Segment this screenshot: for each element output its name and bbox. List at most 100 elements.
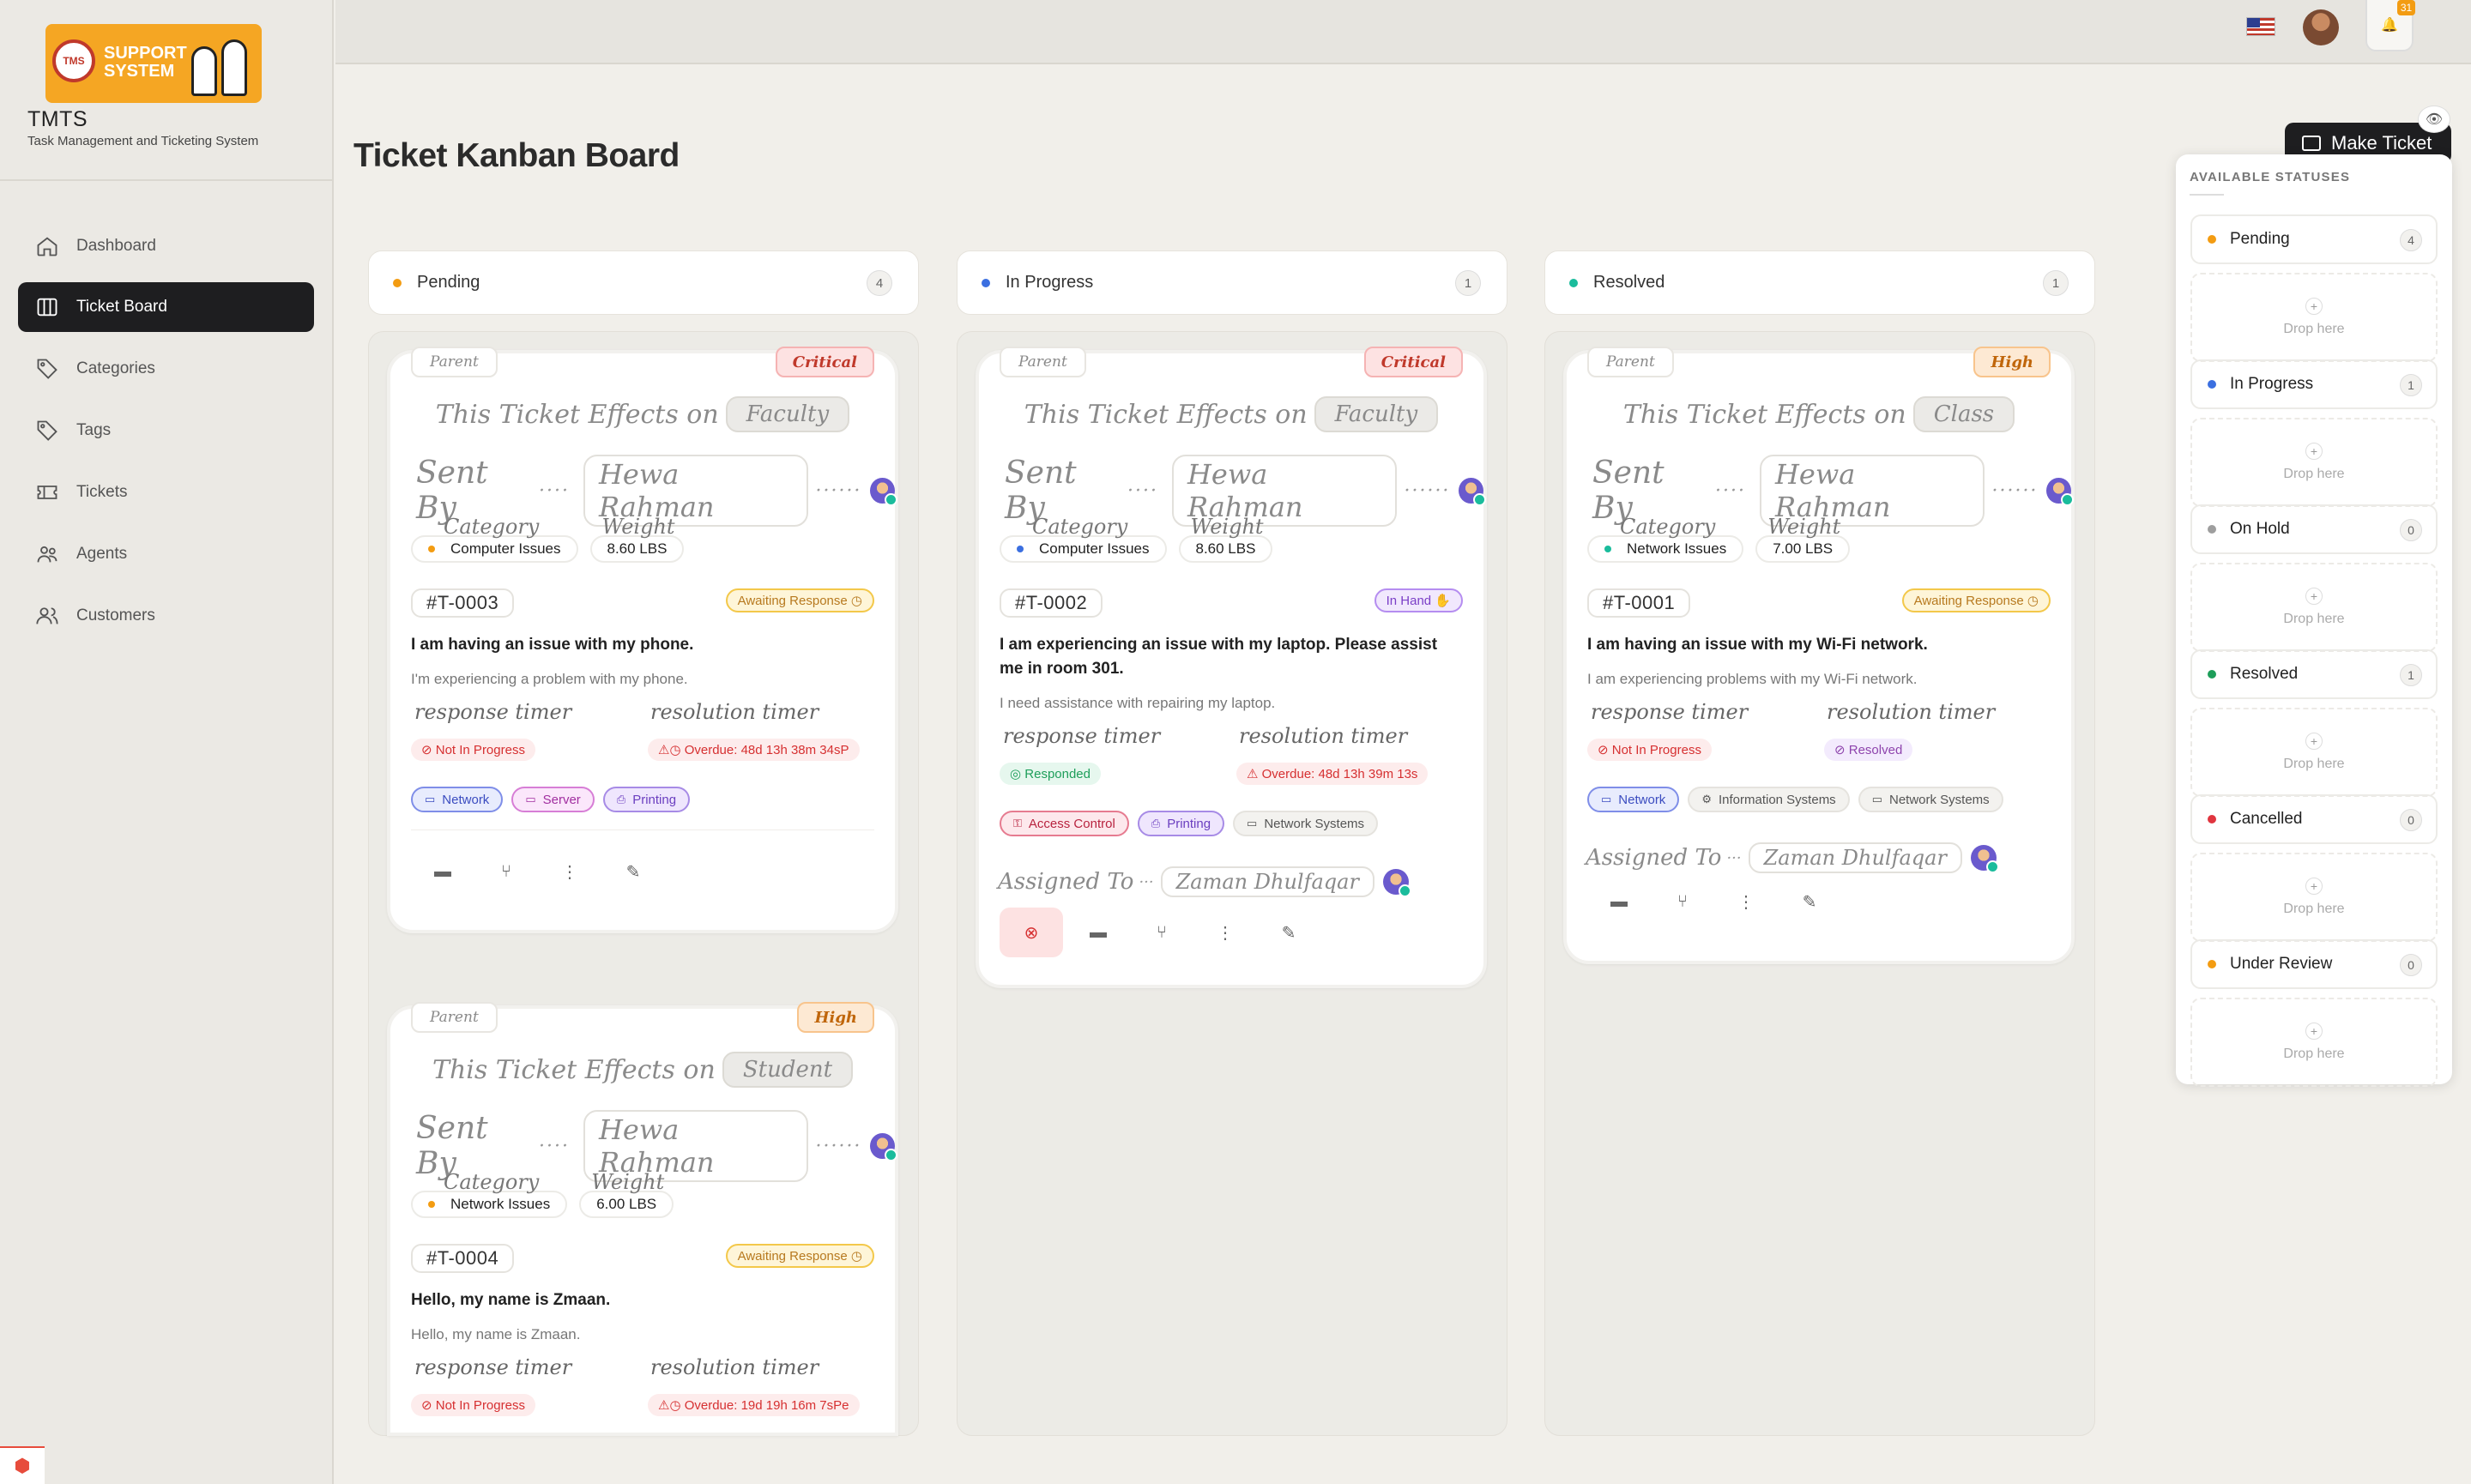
sender-avatar: [870, 1133, 897, 1161]
laravel-debug-icon[interactable]: ⬢: [0, 1446, 45, 1484]
weight-label: Weight: [601, 515, 675, 539]
column-count: 4: [867, 270, 892, 296]
users-icon: [37, 546, 57, 563]
branch-icon[interactable]: ⑂: [1130, 908, 1193, 957]
ticket-id[interactable]: #T-0001: [1587, 588, 1691, 618]
panel-title: AVAILABLE STATUSES: [2190, 170, 2351, 184]
drop-zone[interactable]: + Drop here: [2190, 418, 2438, 507]
plus-icon: +: [2305, 443, 2323, 460]
status-item-cancelled[interactable]: Cancelled 0: [2190, 794, 2438, 844]
category-pill: Network Issues: [1587, 535, 1744, 563]
drop-zone[interactable]: + Drop here: [2190, 708, 2438, 797]
parent-tag: Parent: [1587, 347, 1674, 377]
drop-zone[interactable]: + Drop here: [2190, 998, 2438, 1087]
column-header-in-progress: In Progress 1: [957, 250, 1507, 315]
resolution-timer-label: resolution timer: [650, 700, 819, 724]
ticket-title: I am having an issue with my Wi-Fi netwo…: [1587, 636, 1928, 654]
edit-icon[interactable]: ✎: [1257, 908, 1320, 957]
category-label: Category: [444, 515, 540, 539]
sidebar-item-tags[interactable]: Tags: [18, 406, 314, 455]
ticket-id[interactable]: #T-0002: [1000, 588, 1103, 618]
status-item-resolved[interactable]: Resolved 1: [2190, 649, 2438, 699]
tag-icon: [37, 420, 57, 441]
status-item-under-review[interactable]: Under Review 0: [2190, 939, 2438, 989]
plus-icon: +: [2305, 588, 2323, 605]
ticket-card[interactable]: Parent Critical This Ticket Effects on Fa…: [387, 347, 898, 933]
user-avatar[interactable]: [2303, 9, 2339, 45]
page-title: Ticket Kanban Board: [353, 137, 680, 174]
logo-text: SUPPORT SYSTEM: [104, 44, 187, 81]
effects-target: Class: [1912, 396, 2015, 432]
more-icon[interactable]: ⋮: [1193, 908, 1257, 957]
status-item-on-hold[interactable]: On Hold 0: [2190, 504, 2438, 554]
ticket-card[interactable]: Parent High This Ticket Effects on Studen…: [387, 1002, 898, 1436]
tag-chip[interactable]: ⎙ Printing: [602, 787, 691, 812]
category-pill: Computer Issues: [411, 535, 578, 563]
status-badge: Awaiting Response ◷: [725, 1244, 874, 1268]
tag-chip[interactable]: ▭ Network: [411, 787, 504, 812]
priority-badge: High: [1973, 347, 2051, 377]
sidebar-item-ticket-board[interactable]: Ticket Board: [18, 282, 314, 332]
weight-label: Weight: [1767, 515, 1841, 539]
folder-icon[interactable]: ▬: [1066, 908, 1130, 957]
home-icon: [37, 237, 57, 256]
status-badge: Awaiting Response ◷: [1901, 588, 2051, 612]
more-icon[interactable]: ⋮: [538, 847, 601, 896]
branch-icon[interactable]: ⑂: [1651, 877, 1714, 926]
tag-chip[interactable]: ⚿ Access Control: [1000, 811, 1129, 836]
priority-badge: Critical: [775, 347, 874, 377]
drop-zone[interactable]: + Drop here: [2190, 273, 2438, 362]
columns-icon: [37, 298, 57, 317]
ticket-id[interactable]: #T-0003: [411, 588, 515, 618]
plus-icon: +: [2305, 298, 2323, 315]
tag-chip[interactable]: ▭ Network: [1587, 787, 1680, 812]
folder-icon[interactable]: ▬: [411, 847, 474, 896]
weight-label: Weight: [1190, 515, 1264, 539]
tag-chip[interactable]: ▭ Network Systems: [1233, 811, 1379, 836]
ticket-icon: [2302, 136, 2321, 151]
status-item-in-progress[interactable]: In Progress 1: [2190, 359, 2438, 409]
sidebar-item-label: Categories: [76, 359, 155, 377]
edit-icon[interactable]: ✎: [601, 847, 665, 896]
tag-chip[interactable]: ⎙ Printing: [1137, 811, 1225, 836]
sidebar-item-customers[interactable]: Customers: [18, 591, 314, 641]
ticket-card[interactable]: Parent Critical This Ticket Effects on Fa…: [976, 347, 1487, 988]
status-dot: [1569, 278, 1578, 287]
sidebar-item-categories[interactable]: Categories: [18, 344, 314, 394]
ticket-title: I am experiencing an issue with my lapto…: [1000, 636, 1438, 678]
tag-chip[interactable]: ▭ Network Systems: [1858, 787, 2003, 812]
sidebar: TMS SUPPORT SYSTEM TMTS Task Management a…: [0, 0, 334, 1484]
column-title: Pending: [417, 273, 480, 292]
tag-list: ▭ Network ⚙ Information Systems ▭ Network S…: [1587, 787, 2012, 812]
us-flag-icon[interactable]: [2246, 17, 2275, 36]
response-timer-label: response timer: [414, 1355, 572, 1379]
sidebar-item-label: Customers: [76, 606, 155, 624]
sidebar-item-agents[interactable]: Agents: [18, 529, 314, 579]
response-timer: ⊘ Not In Progress: [411, 1394, 535, 1416]
eye-icon[interactable]: 👁: [2418, 106, 2450, 133]
sidebar-item-label: Tickets: [76, 483, 128, 501]
category-weight: Category Computer Issues Weight 8.60 LBS: [411, 515, 696, 563]
sidebar-item-tickets[interactable]: Tickets: [18, 468, 314, 517]
sidebar-item-label: Ticket Board: [76, 298, 167, 316]
edit-icon[interactable]: ✎: [1778, 877, 1841, 926]
tag-chip[interactable]: ▭ Server: [511, 787, 595, 812]
more-icon[interactable]: ⋮: [1714, 877, 1778, 926]
ticket-card[interactable]: Parent High This Ticket Effects on Class …: [1563, 347, 2075, 964]
ticket-id[interactable]: #T-0004: [411, 1244, 515, 1273]
tag-chip[interactable]: ⚙ Information Systems: [1688, 787, 1850, 812]
drop-zone[interactable]: + Drop here: [2190, 563, 2438, 652]
branch-icon[interactable]: ⑂: [474, 847, 538, 896]
resolution-timer: ⚠◷ Overdue: 48d 13h 38m 34sP: [648, 739, 860, 761]
status-item-pending[interactable]: Pending 4: [2190, 214, 2438, 264]
column-title: In Progress: [1006, 273, 1094, 292]
folder-icon[interactable]: ▬: [1587, 877, 1651, 926]
app-logo[interactable]: TMS SUPPORT SYSTEM: [45, 24, 262, 103]
response-timer: ⊘ Not In Progress: [411, 739, 535, 761]
plus-icon: +: [2305, 733, 2323, 750]
drop-zone[interactable]: + Drop here: [2190, 853, 2438, 942]
sidebar-item-dashboard[interactable]: Dashboard: [18, 221, 314, 271]
card-actions: ▬ ⑂ ⋮ ✎: [411, 847, 665, 896]
cancel-icon[interactable]: ⊗: [1000, 908, 1063, 957]
effects-target: Faculty: [1314, 396, 1439, 432]
